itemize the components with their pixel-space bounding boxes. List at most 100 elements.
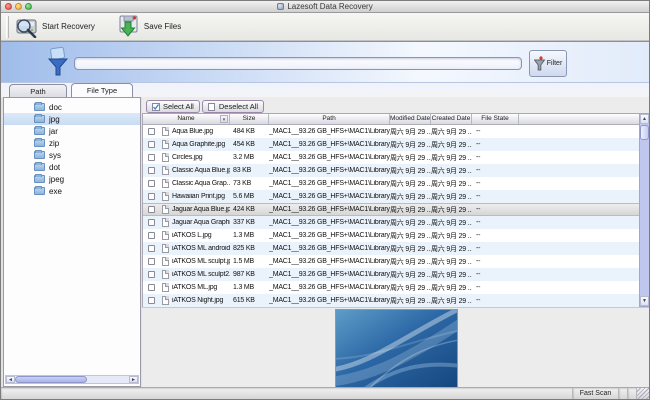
file-type-item[interactable]: sys — [4, 149, 140, 161]
row-checkbox[interactable] — [148, 219, 155, 226]
file-icon — [162, 192, 169, 201]
scrollbar-track[interactable] — [640, 124, 649, 296]
file-state: -- — [472, 128, 519, 135]
funnel-icon — [47, 46, 69, 79]
window-title-text: Lazesoft Data Recovery — [287, 2, 372, 11]
row-checkbox[interactable] — [148, 206, 155, 213]
file-modified-date: 周六 9月 29 ... — [390, 127, 431, 137]
file-size: 83 KB — [230, 167, 269, 174]
save-files-button[interactable]: Save Files — [115, 13, 187, 40]
table-row[interactable]: Classic Aqua Grap... 73 KB _MAC1__93.26 … — [143, 177, 639, 190]
file-size: 3.2 MB — [230, 154, 269, 161]
column-header-created-date[interactable]: Created Date — [431, 114, 472, 124]
filter-bar: Filter — [1, 41, 649, 83]
sidebar-horizontal-scrollbar[interactable]: ◄ ► — [5, 375, 139, 384]
row-checkbox[interactable] — [148, 154, 155, 161]
tab-path[interactable]: Path — [9, 84, 67, 97]
file-path: _MAC1__93.26 GB_HFS+\MAC1\Library\De... — [269, 232, 390, 239]
scroll-left-arrow-icon[interactable]: ◄ — [6, 376, 15, 383]
row-checkbox[interactable] — [148, 297, 155, 304]
scroll-down-arrow-icon[interactable]: ▼ — [640, 296, 649, 306]
filter-input[interactable] — [74, 57, 522, 70]
close-button[interactable] — [5, 3, 12, 10]
row-checkbox[interactable] — [148, 193, 155, 200]
file-type-tree: doc jpg jar zip — [4, 101, 140, 197]
file-path: _MAC1__93.26 GB_HFS+\MAC1\Library\De... — [269, 193, 390, 200]
column-header-modified-date[interactable]: Modified Date — [390, 114, 431, 124]
file-name: iATKOS L.jpg — [172, 232, 230, 239]
resize-grip[interactable] — [637, 388, 649, 399]
file-name: Hawaiian Print.jpg — [172, 193, 230, 200]
scroll-up-arrow-icon[interactable]: ▲ — [640, 114, 649, 124]
file-created-date: 周六 9月 29 ... — [431, 270, 472, 280]
table-row[interactable]: iATKOS L.jpg 1.3 MB _MAC1__93.26 GB_HFS+… — [143, 229, 639, 242]
row-checkbox[interactable] — [148, 232, 155, 239]
scrollbar-track[interactable] — [15, 376, 129, 383]
table-row[interactable]: Circles.jpg 3.2 MB _MAC1__93.26 GB_HFS+\… — [143, 151, 639, 164]
file-size: 454 KB — [230, 141, 269, 148]
folder-icon — [34, 139, 45, 147]
table-row[interactable]: iATKOS ML sculpt.jpg 1.5 MB _MAC1__93.26… — [143, 255, 639, 268]
column-header-path[interactable]: Path — [269, 114, 390, 124]
status-message-cell — [1, 388, 573, 399]
file-type-item[interactable]: exe — [4, 185, 140, 197]
deselect-all-label: Deselect All — [219, 102, 258, 111]
preview-panel — [142, 307, 650, 389]
deselect-all-button[interactable]: Deselect All — [202, 100, 264, 113]
file-state: -- — [472, 219, 519, 226]
file-type-label: jpeg — [49, 175, 64, 184]
tab-file-type[interactable]: File Type — [71, 83, 133, 97]
row-checkbox[interactable] — [148, 141, 155, 148]
status-cell — [628, 388, 637, 399]
file-name: Aqua Graphite.jpg — [172, 141, 230, 148]
scroll-right-arrow-icon[interactable]: ► — [129, 376, 138, 383]
table-row[interactable]: iATKOS ML.jpg 1.3 MB _MAC1__93.26 GB_HFS… — [143, 281, 639, 294]
filter-button-funnel-icon — [534, 56, 545, 71]
table-row[interactable]: iATKOS ML android... 825 KB _MAC1__93.26… — [143, 242, 639, 255]
scrollbar-thumb[interactable] — [640, 125, 649, 140]
filter-button[interactable]: Filter — [529, 50, 567, 77]
preview-image — [335, 309, 458, 389]
table-vertical-scrollbar[interactable]: ▲ ▼ — [639, 113, 650, 307]
row-checkbox[interactable] — [148, 180, 155, 187]
minimize-button[interactable] — [15, 3, 22, 10]
zoom-button[interactable] — [25, 3, 32, 10]
table-row[interactable]: iATKOS ML sculpt2... 987 KB _MAC1__93.26… — [143, 268, 639, 281]
column-header-name[interactable]: Name▾ — [143, 114, 230, 124]
app-icon — [277, 3, 284, 10]
file-size: 5.6 MB — [230, 193, 269, 200]
file-type-item[interactable]: jpg — [4, 113, 140, 125]
folder-icon — [34, 127, 45, 135]
file-size: 1.3 MB — [230, 284, 269, 291]
file-path: _MAC1__93.26 GB_HFS+\MAC1\Library\De... — [269, 297, 390, 304]
row-checkbox[interactable] — [148, 284, 155, 291]
file-type-item[interactable]: zip — [4, 137, 140, 149]
sort-arrow-icon[interactable]: ▾ — [220, 115, 228, 123]
file-type-item[interactable]: doc — [4, 101, 140, 113]
start-recovery-button[interactable]: Start Recovery — [13, 13, 101, 40]
table-row[interactable]: Aqua Graphite.jpg 454 KB _MAC1__93.26 GB… — [143, 138, 639, 151]
table-row[interactable]: Jaguar Aqua Blue.jpg 424 KB _MAC1__93.26… — [143, 203, 639, 216]
row-checkbox[interactable] — [148, 258, 155, 265]
file-type-item[interactable]: jar — [4, 125, 140, 137]
table-row[interactable]: Jaguar Aqua Graphi... 337 KB _MAC1__93.2… — [143, 216, 639, 229]
row-checkbox[interactable] — [148, 128, 155, 135]
file-name: Jaguar Aqua Graphi... — [172, 219, 230, 226]
select-all-button[interactable]: Select All — [146, 100, 200, 113]
column-header-size[interactable]: Size — [230, 114, 269, 124]
file-type-item[interactable]: dot — [4, 161, 140, 173]
row-checkbox[interactable] — [148, 245, 155, 252]
table-row[interactable]: Aqua Blue.jpg 484 KB _MAC1__93.26 GB_HFS… — [143, 125, 639, 138]
table-row[interactable]: Classic Aqua Blue.jpg 83 KB _MAC1__93.26… — [143, 164, 639, 177]
table-body: Aqua Blue.jpg 484 KB _MAC1__93.26 GB_HFS… — [143, 125, 639, 307]
table-row[interactable]: iATKOS Night.jpg 615 KB _MAC1__93.26 GB_… — [143, 294, 639, 307]
file-modified-date: 周六 9月 29 ... — [390, 218, 431, 228]
table-row[interactable]: Hawaiian Print.jpg 5.6 MB _MAC1__93.26 G… — [143, 190, 639, 203]
row-checkbox[interactable] — [148, 167, 155, 174]
row-checkbox[interactable] — [148, 271, 155, 278]
scrollbar-thumb[interactable] — [15, 376, 87, 383]
column-header-file-state[interactable]: File State — [472, 114, 519, 124]
file-type-item[interactable]: jpeg — [4, 173, 140, 185]
file-path: _MAC1__93.26 GB_HFS+\MAC1\Library\De... — [269, 284, 390, 291]
file-state: -- — [472, 258, 519, 265]
